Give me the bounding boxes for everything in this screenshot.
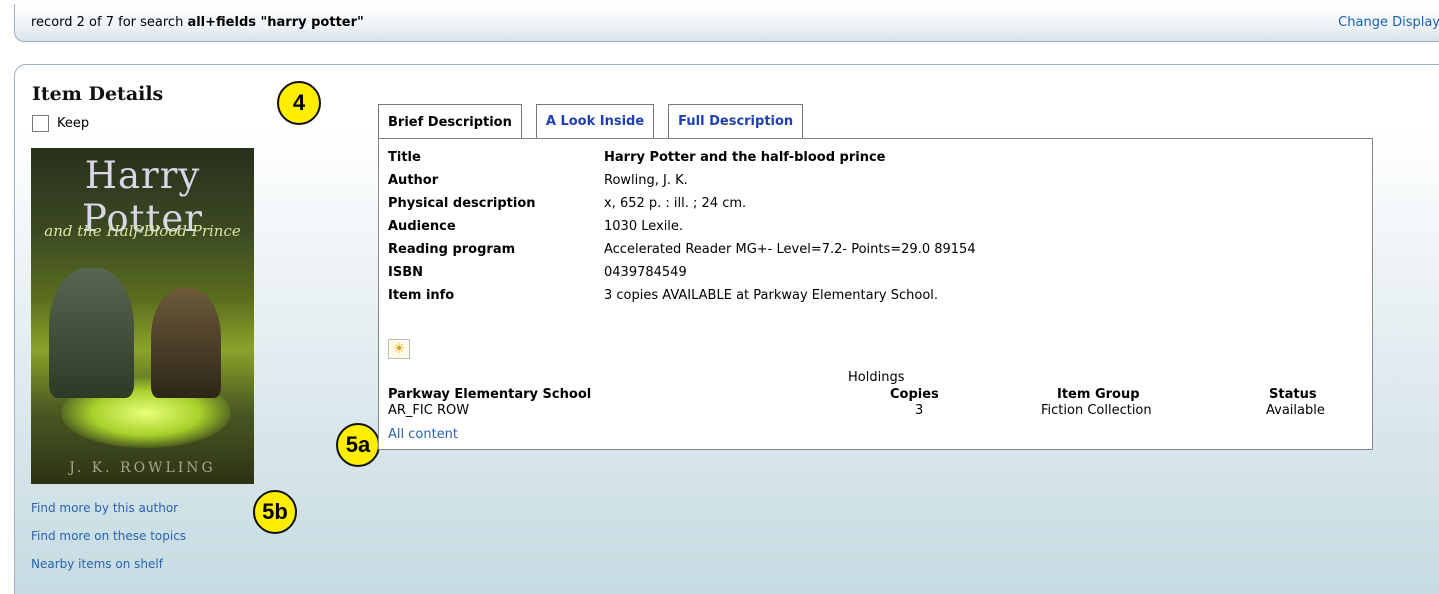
- desc-value: Accelerated Reader MG+- Level=7.2- Point…: [604, 242, 976, 257]
- search-status-prefix: record 2 of 7 for search: [31, 15, 188, 30]
- tab-brief-description[interactable]: Brief Description: [378, 104, 522, 139]
- keep-label: Keep: [57, 116, 90, 131]
- holding-status: Available: [1266, 403, 1325, 418]
- find-by-author-link[interactable]: Find more by this author: [31, 500, 186, 528]
- holdings-header-copies: Copies: [890, 387, 939, 402]
- callout-5a: 5a: [336, 423, 380, 467]
- desc-row-title: Title Harry Potter and the half-blood pr…: [388, 149, 994, 167]
- desc-value: 0439784549: [604, 265, 687, 280]
- holding-copies: 3: [915, 403, 924, 418]
- desc-label: Item info: [388, 288, 455, 303]
- callout-4: 4: [277, 81, 321, 125]
- desc-row-isbn: ISBN 0439784549: [388, 264, 994, 282]
- desc-label: Reading program: [388, 242, 516, 257]
- holdings-header-status: Status: [1269, 387, 1317, 402]
- keep-option: Keep: [32, 115, 89, 132]
- all-content-link[interactable]: All content: [388, 427, 458, 442]
- description-table: Title Harry Potter and the half-blood pr…: [388, 149, 994, 310]
- change-display-link[interactable]: Change Display: [1338, 15, 1439, 30]
- cover-subtitle: and the Half-Blood Prince: [44, 222, 241, 240]
- desc-row-physical: Physical description x, 652 p. : ill. ; …: [388, 195, 994, 213]
- holdings-header-item-group: Item Group: [1057, 387, 1140, 402]
- nearby-items-link[interactable]: Nearby items on shelf: [31, 556, 186, 584]
- desc-value: Rowling, J. K.: [604, 173, 688, 188]
- desc-label: Physical description: [388, 196, 536, 211]
- sun-icon[interactable]: ☀: [388, 339, 410, 359]
- page-title: Item Details: [32, 83, 164, 105]
- holdings-header-location: Parkway Elementary School: [388, 387, 592, 402]
- callout-5b: 5b: [253, 490, 297, 534]
- desc-row-reading-program: Reading program Accelerated Reader MG+- …: [388, 241, 994, 259]
- book-cover-image[interactable]: Harry Potter and the Half-Blood Prince J…: [31, 148, 254, 484]
- holding-call-number: AR_FIC ROW: [388, 403, 470, 418]
- desc-label: ISBN: [388, 265, 423, 280]
- search-query: all+fields "harry potter": [187, 15, 364, 30]
- desc-value: 3 copies AVAILABLE at Parkway Elementary…: [604, 288, 939, 303]
- description-tabs: Brief Description A Look Inside Full Des…: [378, 104, 817, 139]
- desc-row-audience: Audience 1030 Lexile.: [388, 218, 994, 236]
- desc-value: x, 652 p. : ill. ; 24 cm.: [604, 196, 747, 211]
- search-result-bar: record 2 of 7 for search all+fields "har…: [14, 4, 1439, 42]
- holdings-title: Holdings: [848, 370, 905, 385]
- desc-label: Audience: [388, 219, 456, 234]
- desc-label: Title: [388, 150, 421, 165]
- search-status: record 2 of 7 for search all+fields "har…: [31, 15, 364, 30]
- cover-figure-left: [49, 268, 134, 398]
- desc-label: Author: [388, 173, 439, 188]
- tab-full-description[interactable]: Full Description: [668, 104, 804, 138]
- tab-a-look-inside[interactable]: A Look Inside: [535, 104, 655, 138]
- cover-author: J. K. ROWLING: [69, 460, 216, 476]
- desc-value: Harry Potter and the half-blood prince: [604, 150, 886, 165]
- holding-item-group: Fiction Collection: [1041, 403, 1152, 418]
- keep-checkbox[interactable]: [32, 115, 49, 132]
- desc-row-item-info: Item info 3 copies AVAILABLE at Parkway …: [388, 287, 994, 305]
- related-links: Find more by this author Find more on th…: [31, 500, 186, 584]
- brief-description-panel: Title Harry Potter and the half-blood pr…: [378, 138, 1373, 450]
- find-by-topics-link[interactable]: Find more on these topics: [31, 528, 186, 556]
- desc-value: 1030 Lexile.: [604, 219, 684, 234]
- desc-row-author: Author Rowling, J. K.: [388, 172, 994, 190]
- cover-figure-right: [151, 288, 221, 398]
